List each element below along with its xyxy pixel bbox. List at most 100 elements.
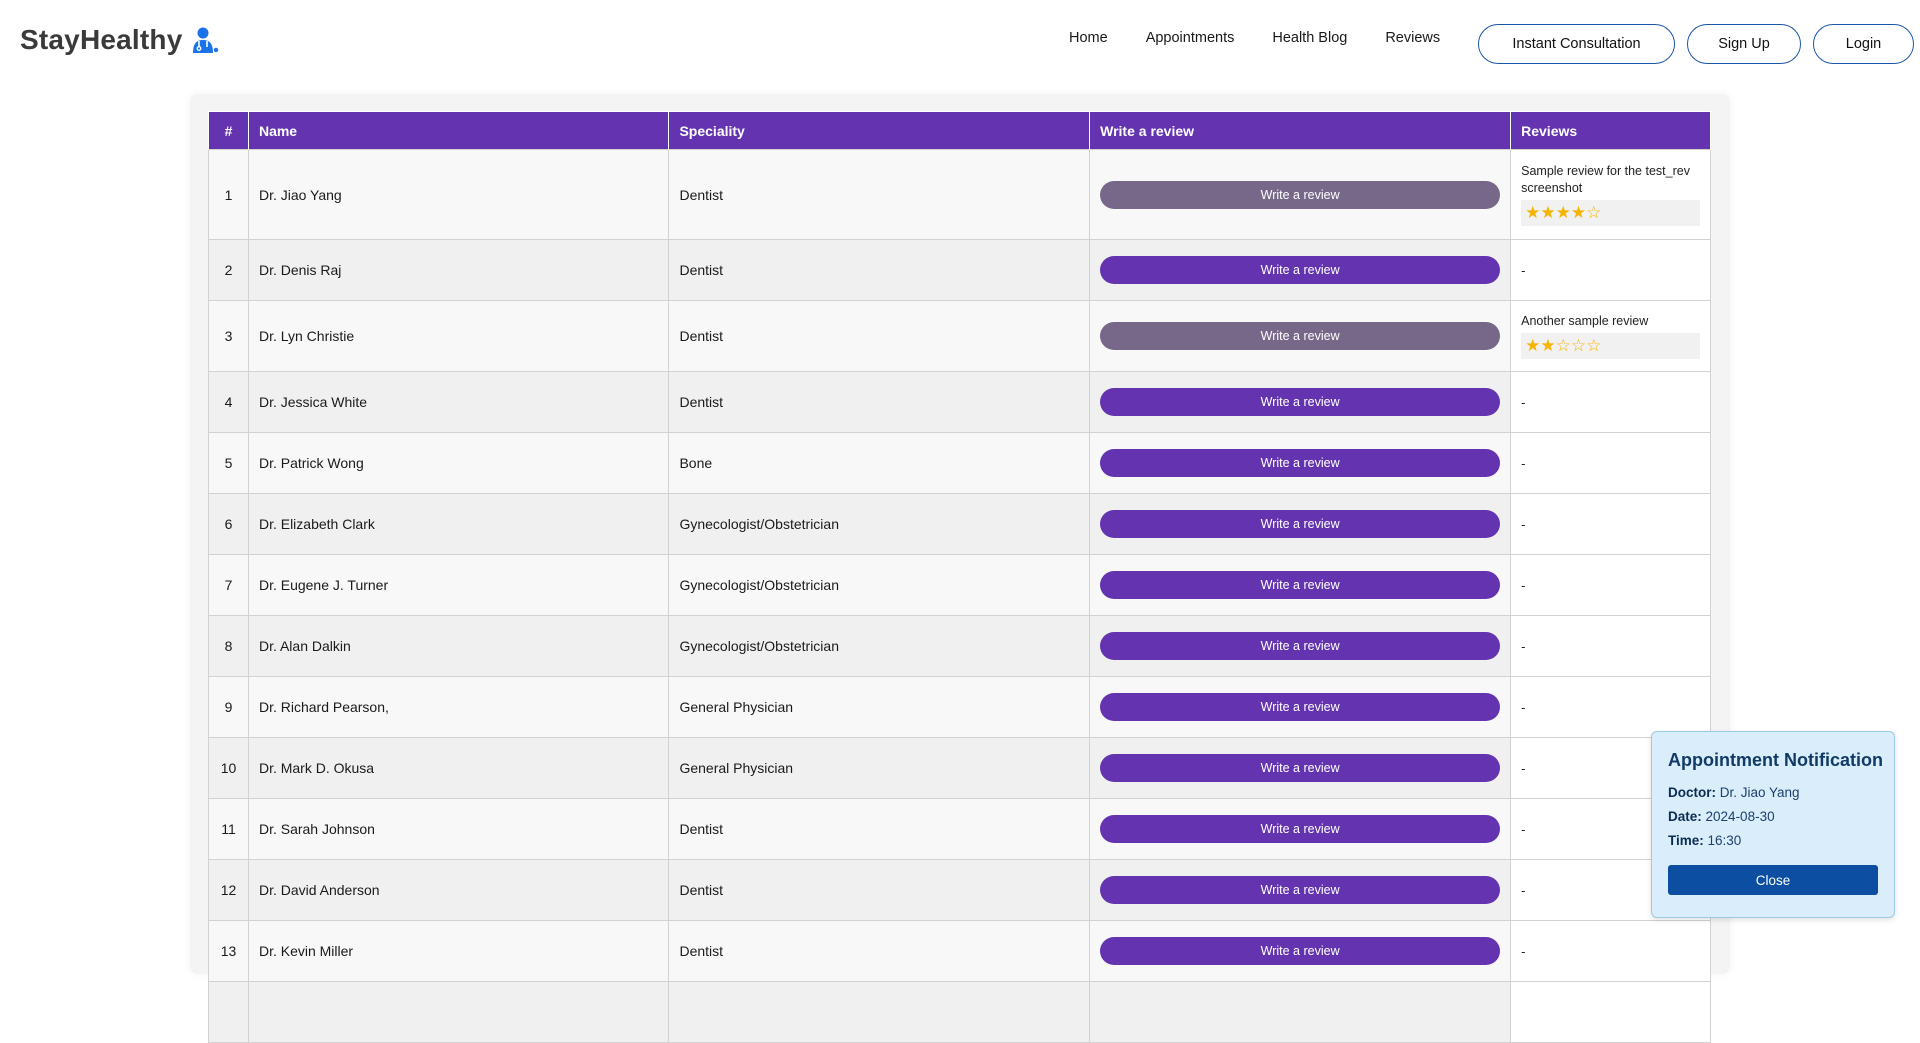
doctor-speciality: Dentist: [668, 798, 1091, 860]
brand-name: StayHealthy: [20, 24, 183, 55]
doctor-speciality: Dentist: [668, 239, 1091, 301]
write-review-cell: Write a review: [1089, 371, 1512, 433]
doctor-name: Dr. Mark D. Okusa: [247, 737, 670, 799]
doctor-name: Dr. Lyn Christie: [247, 300, 670, 372]
row-number: 10: [208, 737, 249, 799]
doctor-name: Dr. Elizabeth Clark: [247, 493, 670, 555]
row-number: 2: [208, 239, 249, 301]
nav-links: Home Appointments Health Blog Reviews: [1069, 30, 1440, 46]
write-review-cell: Write a review: [1089, 493, 1512, 555]
table-row: 12 Dr. David Anderson Dentist Write a revie…: [208, 859, 1711, 921]
write-review-button[interactable]: Write a review: [1100, 632, 1501, 660]
date-value: 2024-08-30: [1705, 809, 1775, 824]
row-number: 11: [208, 798, 249, 860]
nav-appointments[interactable]: Appointments: [1146, 30, 1235, 46]
review-cell: -: [1510, 615, 1711, 677]
write-review-cell: Write a review: [1089, 798, 1512, 860]
doctor-icon: [192, 27, 218, 53]
write-review-cell: Write a review: [1089, 615, 1512, 677]
review-cell: -: [1510, 432, 1711, 494]
notification-title: Appointment Notification: [1668, 750, 1883, 770]
notification-time: Time: 16:30: [1668, 833, 1878, 848]
doctor-speciality: Dentist: [668, 300, 1091, 372]
table-body: 1 Dr. Jiao Yang Dentist Write a review Sampl…: [208, 149, 1711, 1043]
nav-home[interactable]: Home: [1069, 30, 1108, 46]
date-label: Date:: [1668, 809, 1702, 824]
row-number: 12: [208, 859, 249, 921]
no-review: -: [1521, 699, 1526, 715]
write-review-cell: Write a review: [1089, 432, 1512, 494]
login-button[interactable]: Login: [1813, 24, 1914, 64]
table-row: 9 Dr. Richard Pearson, General Physician Wr…: [208, 676, 1711, 738]
instant-consultation-button[interactable]: Instant Consultation: [1478, 24, 1675, 64]
table-header-row: # Name Speciality Write a review Reviews: [208, 111, 1711, 150]
doctor-name: Dr. Denis Raj: [247, 239, 670, 301]
write-review-cell: Write a review: [1089, 554, 1512, 616]
row-number: [208, 981, 249, 1043]
notification-date: Date: 2024-08-30: [1668, 809, 1878, 824]
doctor-speciality: General Physician: [668, 737, 1091, 799]
write-review-cell: [1089, 981, 1512, 1043]
time-value: 16:30: [1707, 833, 1742, 848]
table-row: 13 Dr. Kevin Miller Dentist Write a review -: [208, 920, 1711, 982]
write-review-cell: Write a review: [1089, 920, 1512, 982]
doctor-speciality: Dentist: [668, 920, 1091, 982]
no-review: -: [1521, 882, 1526, 898]
write-review-button[interactable]: Write a review: [1100, 322, 1501, 350]
write-review-button[interactable]: Write a review: [1100, 388, 1501, 416]
write-review-button[interactable]: Write a review: [1100, 693, 1501, 721]
doctor-speciality: Dentist: [668, 371, 1091, 433]
header-name: Name: [247, 111, 670, 150]
write-review-button[interactable]: Write a review: [1100, 571, 1501, 599]
doctor-speciality: Gynecologist/Obstetrician: [668, 493, 1091, 555]
table-row: 4 Dr. Jessica White Dentist Write a review -: [208, 371, 1711, 433]
table-row: [208, 981, 1711, 1043]
no-review: -: [1521, 455, 1526, 471]
doctor-name: Dr. Patrick Wong: [247, 432, 670, 494]
write-review-button[interactable]: Write a review: [1100, 180, 1501, 209]
doctor-label: Doctor:: [1668, 785, 1716, 800]
star-rating: ★★☆☆☆: [1521, 333, 1700, 359]
write-review-button[interactable]: Write a review: [1100, 937, 1501, 965]
no-review: -: [1521, 577, 1526, 593]
review-cell: -: [1510, 493, 1711, 555]
nav-reviews[interactable]: Reviews: [1385, 30, 1440, 46]
doctor-speciality: [668, 981, 1091, 1043]
write-review-button[interactable]: Write a review: [1100, 815, 1501, 843]
doctor-name: Dr. Kevin Miller: [247, 920, 670, 982]
doctor-name: Dr. Alan Dalkin: [247, 615, 670, 677]
row-number: 7: [208, 554, 249, 616]
row-number: 1: [208, 149, 249, 240]
doctor-speciality: Dentist: [668, 149, 1091, 240]
close-button[interactable]: Close: [1668, 865, 1878, 895]
notification-doctor: Doctor: Dr. Jiao Yang: [1668, 785, 1878, 800]
doctor-name: [247, 981, 670, 1043]
review-cell: -: [1510, 371, 1711, 433]
write-review-button[interactable]: Write a review: [1100, 256, 1501, 284]
write-review-button[interactable]: Write a review: [1100, 510, 1501, 538]
review-text: Another sample review: [1521, 314, 1649, 328]
star-icon: ★★★★☆: [1525, 203, 1602, 223]
sign-up-button[interactable]: Sign Up: [1687, 24, 1801, 64]
no-review: -: [1521, 394, 1526, 410]
write-review-button[interactable]: Write a review: [1100, 876, 1501, 904]
write-review-cell: Write a review: [1089, 737, 1512, 799]
star-rating: ★★★★☆: [1521, 200, 1700, 226]
write-review-button[interactable]: Write a review: [1100, 449, 1501, 477]
table-row: 5 Dr. Patrick Wong Bone Write a review -: [208, 432, 1711, 494]
doctor-name: Dr. Sarah Johnson: [247, 798, 670, 860]
review-cell: -: [1510, 676, 1711, 738]
write-review-button[interactable]: Write a review: [1100, 754, 1501, 782]
no-review: -: [1521, 516, 1526, 532]
brand[interactable]: StayHealthy: [20, 22, 219, 58]
table-row: 8 Dr. Alan Dalkin Gynecologist/Obstetricia…: [208, 615, 1711, 677]
doctor-name: Dr. David Anderson: [247, 859, 670, 921]
doctor-name: Dr. Richard Pearson,: [247, 676, 670, 738]
doctor-speciality: Gynecologist/Obstetrician: [668, 615, 1091, 677]
nav-health-blog[interactable]: Health Blog: [1272, 30, 1347, 46]
row-number: 3: [208, 300, 249, 372]
doctor-name: Dr. Jessica White: [247, 371, 670, 433]
row-number: 8: [208, 615, 249, 677]
doctor-value: Dr. Jiao Yang: [1719, 785, 1800, 800]
write-review-cell: Write a review: [1089, 859, 1512, 921]
